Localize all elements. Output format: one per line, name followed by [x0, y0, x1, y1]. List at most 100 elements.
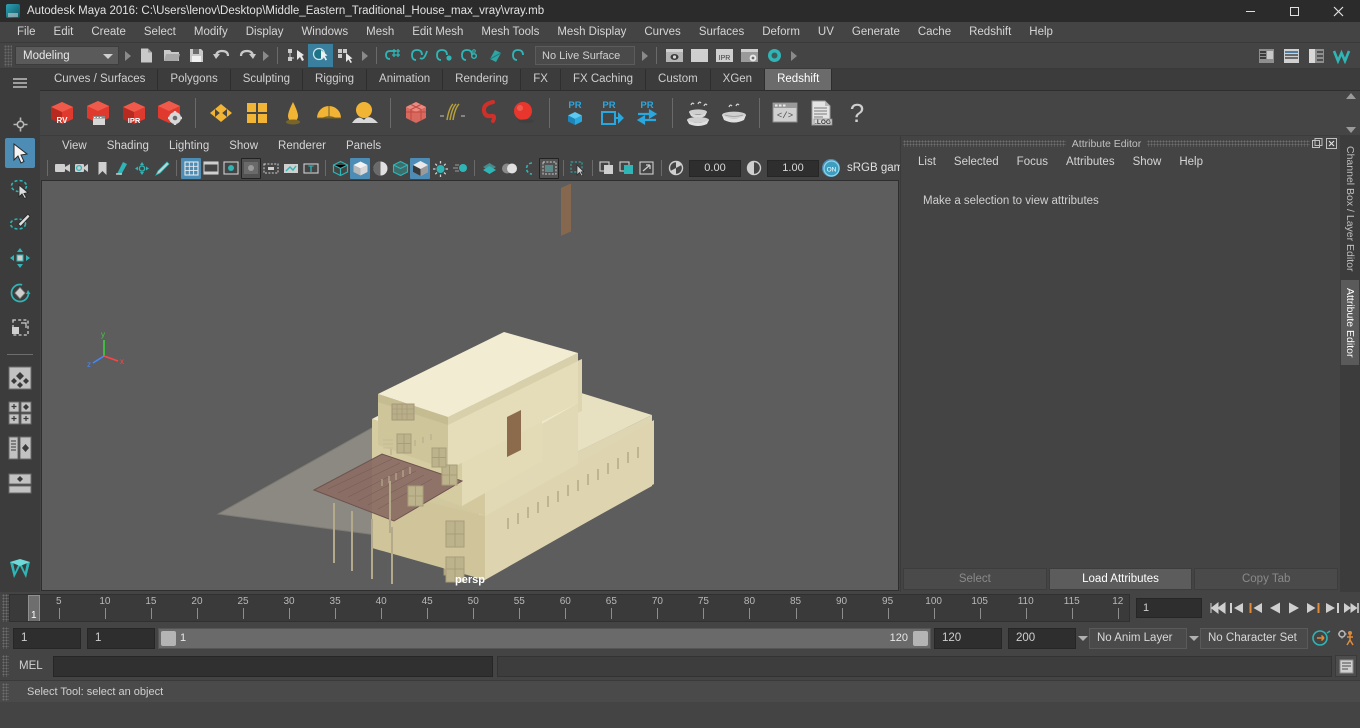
redshift-ipr-icon[interactable]: IPR — [116, 93, 152, 133]
undock-icon[interactable] — [1311, 138, 1324, 150]
shelf-tab-fx-caching[interactable]: FX Caching — [561, 69, 646, 90]
shelf-tab-redshift[interactable]: Redshift — [765, 69, 832, 90]
redshift-bake-single-icon[interactable] — [716, 93, 752, 133]
menu-mesh[interactable]: Mesh — [357, 22, 403, 43]
load-attributes-button[interactable]: Load Attributes — [1049, 568, 1193, 590]
redshift-bake-icon[interactable] — [680, 93, 716, 133]
select-by-component-icon[interactable] — [333, 44, 358, 67]
shelf-tab-custom[interactable]: Custom — [646, 69, 711, 90]
select-camera-icon[interactable] — [52, 158, 72, 179]
render-sequence-icon[interactable] — [687, 44, 712, 67]
viewport-menu-lighting[interactable]: Lighting — [159, 136, 219, 156]
shelf-tab-fx[interactable]: FX — [521, 69, 561, 90]
menu-curves[interactable]: Curves — [635, 22, 689, 43]
ipr-render-icon[interactable]: IPR — [712, 44, 737, 67]
isolate-select-icon[interactable] — [519, 158, 539, 179]
animation-end-time-field[interactable]: 200 — [1008, 628, 1076, 649]
menu-help[interactable]: Help — [1020, 22, 1062, 43]
bookmark-icon[interactable] — [92, 158, 112, 179]
snap-to-curve-icon[interactable] — [407, 44, 432, 67]
redshift-volume-icon[interactable] — [470, 93, 506, 133]
ae-menu-list[interactable]: List — [909, 152, 945, 173]
animation-start-time-field[interactable]: 1 — [13, 628, 81, 649]
menu-generate[interactable]: Generate — [843, 22, 909, 43]
grid-toggle-icon[interactable] — [181, 158, 201, 179]
save-scene-icon[interactable] — [184, 44, 209, 67]
gate-mask-icon[interactable] — [241, 158, 261, 179]
panel-drag-dots-left[interactable] — [903, 140, 1066, 147]
xray-joints-icon[interactable] — [281, 158, 301, 179]
redshift-help-icon[interactable]: ? — [839, 93, 875, 133]
viewport-snapshot-icon[interactable] — [637, 158, 657, 179]
outliner-persp-layout[interactable] — [5, 433, 35, 463]
shelf-tab-sculpting[interactable]: Sculpting — [231, 69, 303, 90]
toolbar-collapse-4[interactable] — [640, 46, 649, 65]
viewport-menu-shading[interactable]: Shading — [97, 136, 159, 156]
command-input-field[interactable] — [53, 656, 493, 677]
help-line-gripper[interactable] — [2, 683, 9, 701]
redshift-render-sequence-icon[interactable] — [80, 93, 116, 133]
current-time-indicator[interactable]: 1 — [28, 595, 40, 622]
toolbar-collapse-3[interactable] — [360, 46, 369, 65]
image-plane-icon[interactable] — [112, 158, 132, 179]
auto-keyframe-button[interactable] — [1308, 626, 1334, 650]
new-scene-icon[interactable] — [134, 44, 159, 67]
maximize-button[interactable] — [1272, 0, 1316, 22]
smooth-shade-all-icon[interactable] — [350, 158, 370, 179]
snap-to-view-plane-icon[interactable] — [482, 44, 507, 67]
grease-pencil-icon[interactable] — [152, 158, 172, 179]
time-slider-gripper[interactable] — [2, 594, 9, 622]
redshift-log-icon[interactable]: .LOG — [803, 93, 839, 133]
menu-redshift[interactable]: Redshift — [960, 22, 1020, 43]
ae-menu-selected[interactable]: Selected — [945, 152, 1008, 173]
lasso-select-tool[interactable] — [5, 173, 35, 203]
redshift-script-icon[interactable]: </> — [767, 93, 803, 133]
shadows-icon[interactable] — [410, 158, 430, 179]
tab-channel-box-layer-editor[interactable]: Channel Box / Layer Editor — [1341, 138, 1359, 280]
animation-preferences-button[interactable] — [1334, 626, 1360, 650]
range-slider-gripper[interactable] — [2, 627, 9, 649]
redshift-dome-light-icon[interactable] — [311, 93, 347, 133]
snap-to-point-icon[interactable] — [432, 44, 457, 67]
shelf-tab-curves-surfaces[interactable]: Curves / Surfaces — [42, 69, 158, 90]
panel-drag-dots-right[interactable] — [1147, 140, 1310, 147]
redshift-sphere-icon[interactable] — [506, 93, 542, 133]
menu-edit-mesh[interactable]: Edit Mesh — [403, 22, 472, 43]
menu-windows[interactable]: Windows — [292, 22, 357, 43]
four-view-layout[interactable] — [5, 398, 35, 428]
go-to-start-button[interactable] — [1208, 596, 1227, 620]
shelf-tab-polygons[interactable]: Polygons — [158, 69, 230, 90]
close-button[interactable] — [1316, 0, 1360, 22]
scale-tool[interactable] — [5, 313, 35, 343]
step-back-frame-button[interactable] — [1227, 596, 1246, 620]
attribute-editor-toggle-icon[interactable] — [1279, 44, 1304, 67]
shelf-scroll-controls[interactable] — [1344, 93, 1358, 133]
shelf-tab-animation[interactable]: Animation — [367, 69, 443, 90]
viewport-menu-show[interactable]: Show — [219, 136, 268, 156]
select-region-icon[interactable] — [568, 158, 588, 179]
viewport-3d-canvas[interactable]: y x z persp — [41, 180, 899, 591]
xray-display-icon[interactable] — [539, 158, 559, 179]
viewport-copy-icon[interactable] — [597, 158, 617, 179]
snap-to-grid-icon[interactable] — [382, 44, 407, 67]
range-end-handle[interactable] — [913, 631, 928, 646]
play-backwards-button[interactable] — [1265, 596, 1284, 620]
tab-attribute-editor[interactable]: Attribute Editor — [1341, 280, 1359, 365]
persp-graph-layout[interactable] — [5, 468, 35, 498]
range-slider-bar[interactable]: 1 120 — [158, 628, 931, 649]
toolbar-collapse-2[interactable] — [261, 46, 270, 65]
character-set-field[interactable]: No Character Set — [1200, 628, 1308, 649]
resolution-gate-icon[interactable] — [221, 158, 241, 179]
playback-end-time-field[interactable]: 120 — [934, 628, 1002, 649]
character-set-dropdown-arrow[interactable] — [1187, 628, 1200, 649]
toolbar-collapse-1[interactable] — [123, 46, 132, 65]
wireframe-icon[interactable] — [330, 158, 350, 179]
menu-select[interactable]: Select — [135, 22, 185, 43]
undo-icon[interactable] — [209, 44, 234, 67]
anim-layer-field[interactable]: No Anim Layer — [1089, 628, 1187, 649]
menu-surfaces[interactable]: Surfaces — [690, 22, 753, 43]
channel-box-toggle-icon[interactable] — [1254, 44, 1279, 67]
film-gate-icon[interactable] — [201, 158, 221, 179]
gamma-value-field[interactable]: 1.00 — [767, 160, 819, 177]
menu-create[interactable]: Create — [82, 22, 135, 43]
